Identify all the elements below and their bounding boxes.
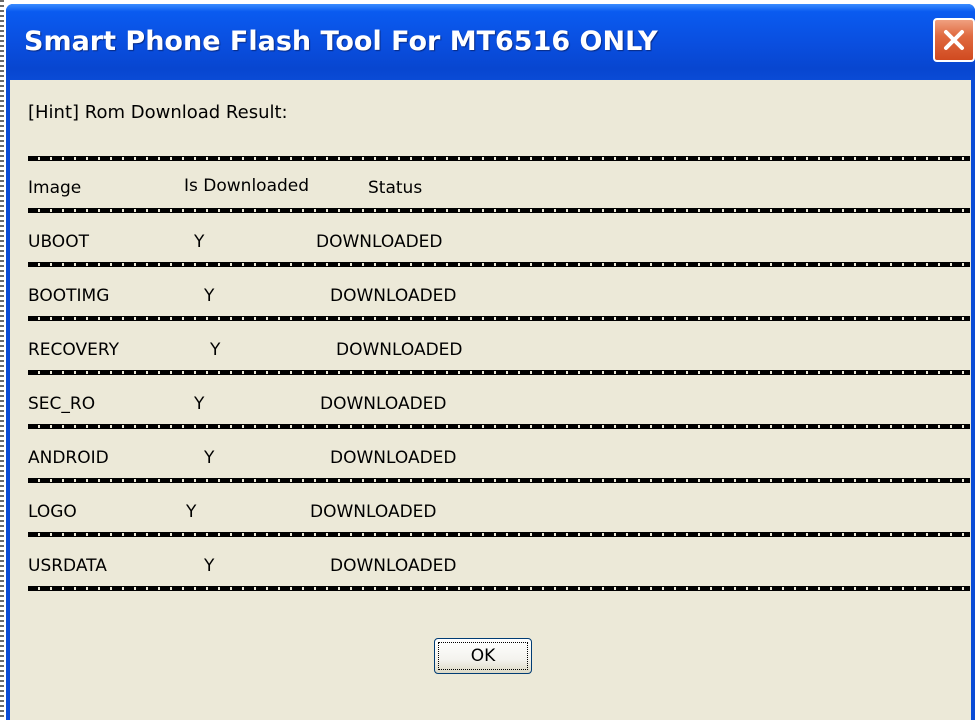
window-title: Smart Phone Flash Tool For MT6516 ONLY xyxy=(24,26,658,57)
row-image: USRDATA xyxy=(28,556,107,576)
row-status: DOWNLOADED xyxy=(316,232,443,252)
row-is-downloaded: Y xyxy=(210,340,221,360)
flash-tool-dialog: Smart Phone Flash Tool For MT6516 ONLY [… xyxy=(6,4,975,720)
row-is-downloaded: Y xyxy=(194,232,205,252)
close-button[interactable] xyxy=(933,18,975,62)
dialog-body: [Hint] Rom Download Result: Image Is Dow… xyxy=(10,80,971,720)
row-is-downloaded: Y xyxy=(204,556,215,576)
ok-focus-rect: OK xyxy=(438,642,528,670)
row-status: DOWNLOADED xyxy=(336,340,463,360)
row-status: DOWNLOADED xyxy=(330,286,457,306)
row-is-downloaded: Y xyxy=(204,286,215,306)
close-icon xyxy=(944,30,964,50)
separator-line xyxy=(28,368,970,378)
header-is-downloaded: Is Downloaded xyxy=(184,176,310,196)
row-image: LOGO xyxy=(28,502,77,522)
separator-line xyxy=(28,584,970,594)
row-image: RECOVERY xyxy=(28,340,119,360)
row-status: DOWNLOADED xyxy=(310,502,437,522)
separator-line xyxy=(28,422,970,432)
ok-button[interactable]: OK xyxy=(434,638,532,674)
row-is-downloaded: Y xyxy=(186,502,197,522)
row-is-downloaded: Y xyxy=(204,448,215,468)
separator-line xyxy=(28,530,970,540)
row-image: SEC_RO xyxy=(28,394,96,414)
desktop-edge xyxy=(0,0,4,720)
header-status: Status xyxy=(368,178,423,198)
separator-line xyxy=(28,154,970,164)
row-image: BOOTIMG xyxy=(28,286,110,306)
row-is-downloaded: Y xyxy=(194,394,205,414)
hint-text: [Hint] Rom Download Result: xyxy=(28,102,288,123)
row-image: UBOOT xyxy=(28,232,89,252)
row-status: DOWNLOADED xyxy=(320,394,447,414)
separator-line xyxy=(28,206,970,216)
title-bar[interactable]: Smart Phone Flash Tool For MT6516 ONLY xyxy=(6,4,975,80)
separator-line xyxy=(28,476,970,486)
row-status: DOWNLOADED xyxy=(330,556,457,576)
separator-line xyxy=(28,314,970,324)
ok-button-label: OK xyxy=(470,646,496,666)
row-status: DOWNLOADED xyxy=(330,448,457,468)
separator-line xyxy=(28,260,970,270)
row-image: ANDROID xyxy=(28,448,109,468)
header-image: Image xyxy=(28,178,82,198)
